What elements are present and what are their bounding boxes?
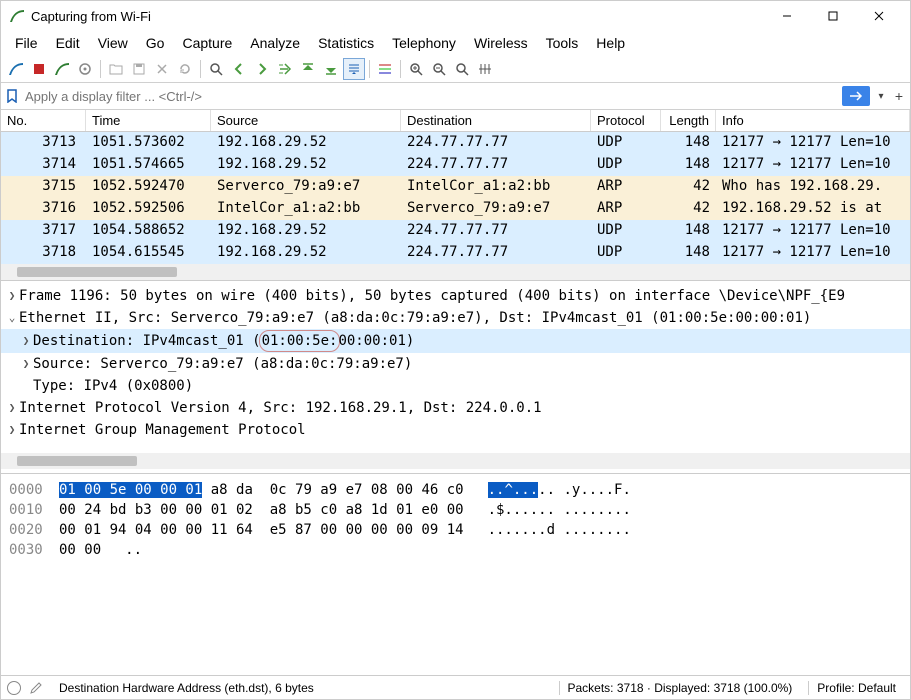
status-field: Destination Hardware Address (eth.dst), …: [51, 681, 322, 695]
menu-help[interactable]: Help: [588, 33, 633, 53]
hex-row[interactable]: 002000 01 94 04 00 00 11 64 e5 87 00 00 …: [9, 520, 902, 540]
bookmark-icon[interactable]: [5, 89, 19, 103]
column-header-no[interactable]: No.: [1, 110, 86, 131]
edit-icon[interactable]: [29, 681, 43, 695]
zoom-in-button[interactable]: [405, 58, 427, 80]
tree-eth-src[interactable]: ❯Source: Serverco_79:a9:e7 (a8:da:0c:79:…: [1, 353, 910, 375]
tree-eth-type[interactable]: Type: IPv4 (0x0800): [1, 375, 910, 397]
hex-row[interactable]: 000001 00 5e 00 00 01 a8 da 0c 79 a9 e7 …: [9, 480, 902, 500]
capture-options-button[interactable]: [74, 58, 96, 80]
auto-scroll-button[interactable]: [343, 58, 365, 80]
find-packet-button[interactable]: [205, 58, 227, 80]
highlighted-mac: 01:00:5e:: [259, 330, 341, 352]
window-controls: [764, 1, 902, 31]
column-header-info[interactable]: Info: [716, 110, 910, 131]
packet-row[interactable]: 37141051.574665192.168.29.52224.77.77.77…: [1, 154, 910, 176]
packet-row[interactable]: 37181054.615545192.168.29.52224.77.77.77…: [1, 242, 910, 264]
packet-bytes-pane[interactable]: 000001 00 5e 00 00 01 a8 da 0c 79 a9 e7 …: [1, 473, 910, 675]
tree-frame[interactable]: ❯Frame 1196: 50 bytes on wire (400 bits)…: [1, 285, 910, 307]
window-titlebar: Capturing from Wi-Fi: [1, 1, 910, 31]
save-file-button[interactable]: [128, 58, 150, 80]
apply-filter-button[interactable]: [842, 86, 870, 106]
tree-ip[interactable]: ❯Internet Protocol Version 4, Src: 192.1…: [1, 397, 910, 419]
menu-view[interactable]: View: [90, 33, 136, 53]
zoom-out-button[interactable]: [428, 58, 450, 80]
tree-igmp[interactable]: ❯Internet Group Management Protocol: [1, 419, 910, 441]
filter-history-dropdown[interactable]: ▾: [874, 86, 888, 106]
window-title: Capturing from Wi-Fi: [31, 9, 764, 24]
column-header-time[interactable]: Time: [86, 110, 211, 131]
go-to-last-button[interactable]: [320, 58, 342, 80]
menu-file[interactable]: File: [7, 33, 46, 53]
add-filter-button[interactable]: +: [892, 86, 906, 106]
go-forward-button[interactable]: [251, 58, 273, 80]
zoom-reset-button[interactable]: [451, 58, 473, 80]
open-file-button[interactable]: [105, 58, 127, 80]
packet-list-hscrollbar[interactable]: [1, 264, 910, 280]
main-toolbar: [1, 55, 910, 83]
menu-analyze[interactable]: Analyze: [242, 33, 308, 53]
menu-edit[interactable]: Edit: [48, 33, 88, 53]
column-header-length[interactable]: Length: [661, 110, 716, 131]
colorize-button[interactable]: [374, 58, 396, 80]
go-to-first-button[interactable]: [297, 58, 319, 80]
maximize-button[interactable]: [810, 1, 856, 31]
packet-details-pane[interactable]: ❯Frame 1196: 50 bytes on wire (400 bits)…: [1, 280, 910, 473]
status-bar: Destination Hardware Address (eth.dst), …: [1, 675, 910, 699]
tree-ethernet[interactable]: ⌄Ethernet II, Src: Serverco_79:a9:e7 (a8…: [1, 307, 910, 329]
display-filter-input[interactable]: [23, 87, 838, 106]
resize-columns-button[interactable]: [474, 58, 496, 80]
minimize-button[interactable]: [764, 1, 810, 31]
close-file-button[interactable]: [151, 58, 173, 80]
expert-info-icon[interactable]: [7, 681, 21, 695]
column-header-source[interactable]: Source: [211, 110, 401, 131]
column-header-destination[interactable]: Destination: [401, 110, 591, 131]
packet-row[interactable]: 37171054.588652192.168.29.52224.77.77.77…: [1, 220, 910, 242]
go-to-packet-button[interactable]: [274, 58, 296, 80]
stop-capture-button[interactable]: [28, 58, 50, 80]
menu-telephony[interactable]: Telephony: [384, 33, 464, 53]
menu-capture[interactable]: Capture: [174, 33, 240, 53]
menu-bar: File Edit View Go Capture Analyze Statis…: [1, 31, 910, 55]
status-profile[interactable]: Profile: Default: [808, 681, 904, 695]
packet-row[interactable]: 37151052.592470Serverco_79:a9:e7IntelCor…: [1, 176, 910, 198]
close-button[interactable]: [856, 1, 902, 31]
hex-row[interactable]: 001000 24 bd b3 00 00 01 02 a8 b5 c0 a8 …: [9, 500, 902, 520]
app-icon: [9, 8, 25, 24]
tree-eth-dst[interactable]: ❯Destination: IPv4mcast_01 (01:00:5e:00:…: [1, 329, 910, 353]
packet-list-header[interactable]: No. Time Source Destination Protocol Len…: [1, 110, 910, 132]
column-header-protocol[interactable]: Protocol: [591, 110, 661, 131]
packet-row[interactable]: 37161052.592506IntelCor_a1:a2:bbServerco…: [1, 198, 910, 220]
packet-row[interactable]: 37131051.573602192.168.29.52224.77.77.77…: [1, 132, 910, 154]
menu-go[interactable]: Go: [138, 33, 173, 53]
menu-statistics[interactable]: Statistics: [310, 33, 382, 53]
details-hscrollbar[interactable]: [1, 453, 910, 469]
start-capture-button[interactable]: [5, 58, 27, 80]
status-packets: Packets: 3718 · Displayed: 3718 (100.0%): [559, 681, 801, 695]
go-back-button[interactable]: [228, 58, 250, 80]
hex-row[interactable]: 003000 00..: [9, 540, 902, 560]
menu-tools[interactable]: Tools: [538, 33, 587, 53]
restart-capture-button[interactable]: [51, 58, 73, 80]
packet-list-pane[interactable]: No. Time Source Destination Protocol Len…: [1, 110, 910, 280]
display-filter-bar: ▾ +: [1, 83, 910, 110]
reload-button[interactable]: [174, 58, 196, 80]
menu-wireless[interactable]: Wireless: [466, 33, 536, 53]
